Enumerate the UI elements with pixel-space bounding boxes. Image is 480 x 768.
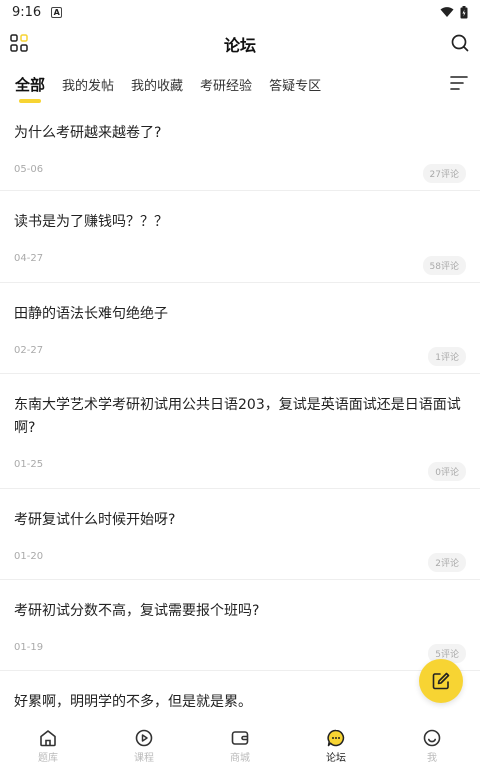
wifi-icon	[440, 7, 454, 17]
new-post-button[interactable]	[419, 659, 463, 703]
smile-icon	[423, 729, 441, 747]
post-item[interactable]: 读书是为了赚钱吗？？？ 04-27 58评论	[0, 191, 480, 283]
wallet-icon	[231, 731, 249, 745]
tab-my-favorites[interactable]: 我的收藏	[131, 66, 183, 94]
nav-label: 题库	[38, 753, 58, 764]
nav-courses[interactable]: 课程	[96, 722, 192, 768]
status-bar: 9:16 A	[0, 0, 480, 24]
apps-grid-icon[interactable]	[10, 34, 28, 52]
post-title: 东南大学艺术学考研初试用公共日语203，复试是英语面试还是日语面试啊?	[14, 397, 461, 436]
tab-all[interactable]: 全部	[15, 66, 45, 103]
post-title: 田静的语法长难句绝绝子	[14, 306, 168, 322]
post-item[interactable]: 为什么考研越来越卷了? 05-06 27评论	[0, 108, 480, 191]
comment-count-badge: 58评论	[422, 256, 466, 275]
post-date: 04-27	[14, 253, 44, 264]
post-title: 考研初试分数不高，复试需要报个班吗?	[14, 603, 260, 619]
nav-label: 论坛	[326, 753, 346, 764]
home-icon	[40, 730, 56, 747]
nav-mall[interactable]: 商城	[192, 722, 288, 768]
page-title: 论坛	[223, 36, 256, 55]
post-title: 为什么考研越来越卷了?	[14, 125, 162, 141]
battery-icon	[460, 5, 468, 18]
post-title: 读书是为了赚钱吗？？？	[14, 214, 168, 230]
comment-count-badge: 2评论	[428, 553, 466, 572]
post-item[interactable]: 东南大学艺术学考研初试用公共日语203，复试是英语面试还是日语面试啊? 01-2…	[0, 374, 480, 489]
tab-qa[interactable]: 答疑专区	[269, 66, 321, 94]
notification-icon: A	[51, 6, 63, 18]
play-circle-icon	[135, 729, 153, 747]
bottom-nav: 题库 课程 商城 论坛 我	[0, 722, 480, 768]
tab-exam-experience[interactable]: 考研经验	[200, 66, 252, 94]
post-title: 好累啊，明明学的不多，但是就是累。	[14, 694, 252, 710]
tab-my-posts[interactable]: 我的发帖	[62, 66, 114, 94]
post-item[interactable]: 考研复试什么时候开始呀? 01-20 2评论	[0, 489, 480, 580]
post-date: 02-27	[14, 345, 44, 356]
menu-icon[interactable]	[450, 74, 468, 92]
nav-forum[interactable]: 论坛	[288, 722, 384, 768]
post-date: 01-25	[14, 459, 44, 470]
search-icon[interactable]	[450, 33, 470, 53]
comment-count-badge: 1评论	[428, 347, 466, 366]
nav-label: 商城	[230, 753, 250, 764]
post-date: 01-20	[14, 551, 44, 562]
edit-icon	[432, 672, 450, 690]
nav-me[interactable]: 我	[384, 722, 480, 768]
nav-label: 课程	[134, 753, 154, 764]
nav-label: 我	[427, 753, 437, 764]
post-date: 05-06	[14, 164, 44, 175]
status-icons	[440, 5, 468, 19]
category-tabs: 全部 我的发帖 我的收藏 考研经验 答疑专区	[0, 66, 480, 106]
post-list: 为什么考研越来越卷了? 05-06 27评论 读书是为了赚钱吗？？？ 04-27…	[0, 108, 480, 731]
post-item[interactable]: 考研初试分数不高，复试需要报个班吗? 01-19 5评论	[0, 580, 480, 671]
comment-count-badge: 27评论	[422, 164, 466, 183]
nav-question-bank[interactable]: 题库	[0, 722, 96, 768]
post-item[interactable]: 田静的语法长难句绝绝子 02-27 1评论	[0, 283, 480, 374]
post-date: 01-19	[14, 642, 44, 653]
comment-count-badge: 0评论	[428, 462, 466, 481]
chat-bubble-icon	[327, 729, 345, 747]
app-header: 论坛	[0, 26, 480, 62]
status-time: 9:16	[12, 4, 42, 20]
post-title: 考研复试什么时候开始呀?	[14, 512, 176, 528]
